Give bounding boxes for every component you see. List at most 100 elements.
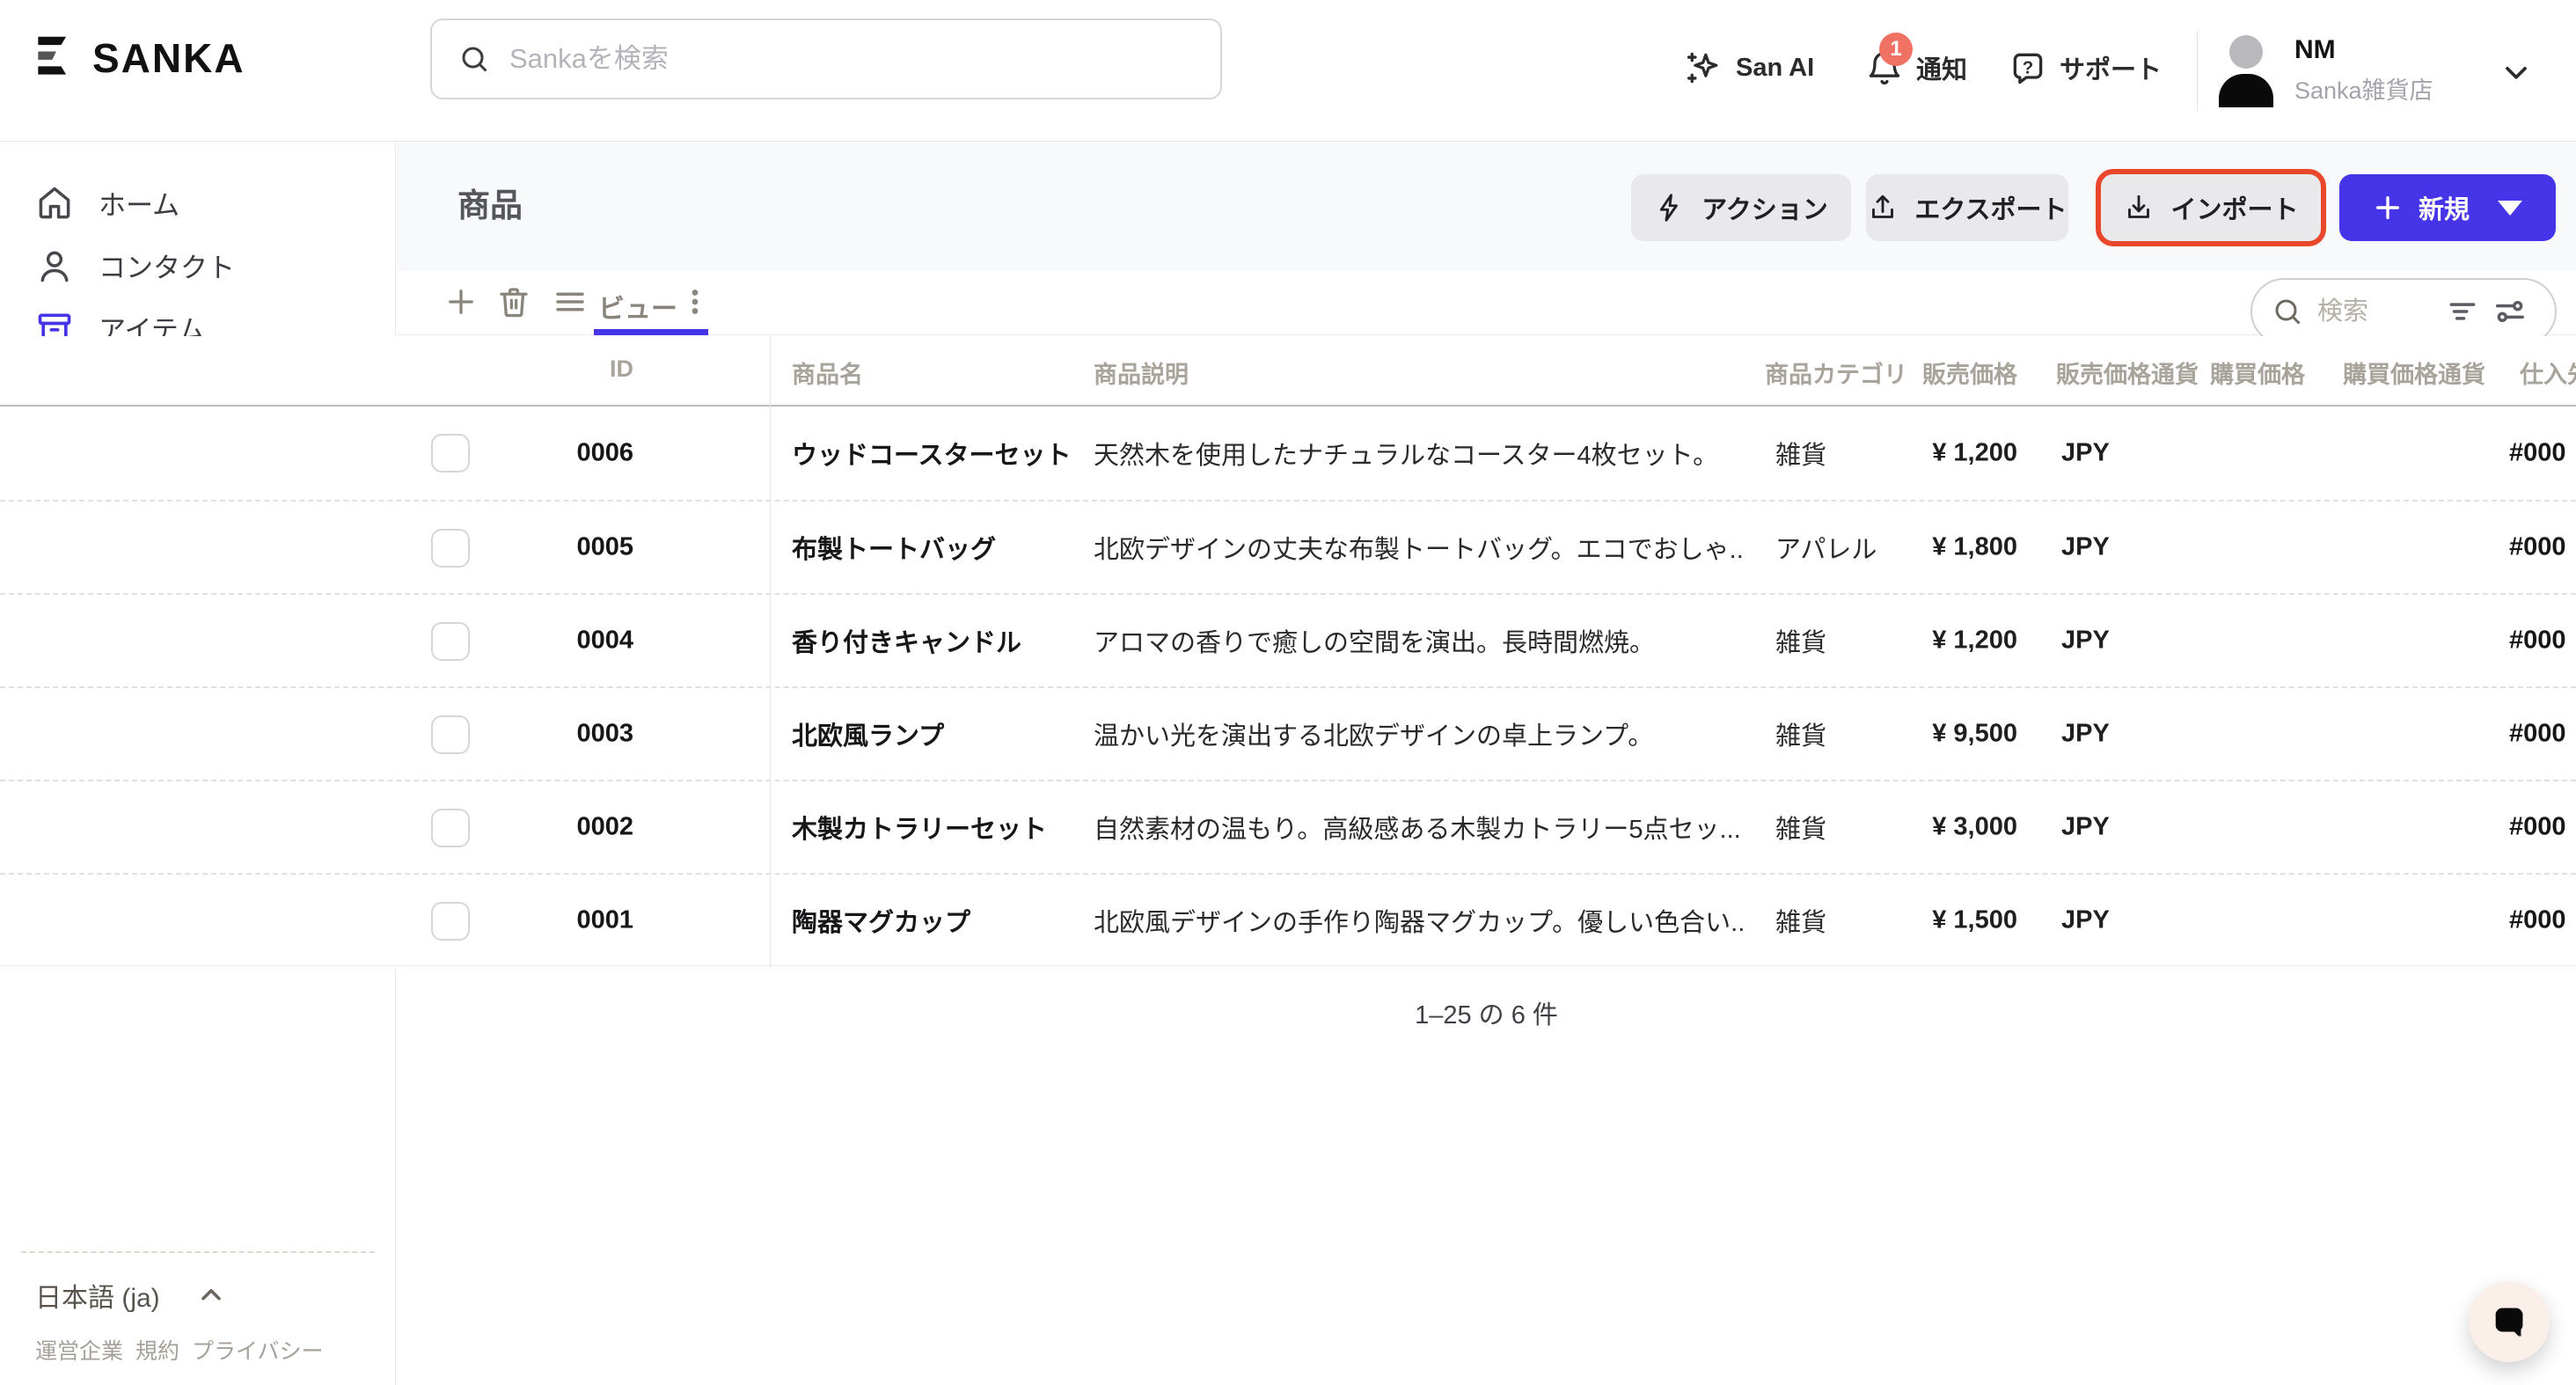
notification-badge: 1 [1879, 33, 1913, 66]
home-icon [35, 184, 74, 223]
link-privacy[interactable]: プライバシー [192, 1334, 324, 1366]
bell-icon: 1 [1865, 48, 1904, 87]
filter-lines-icon[interactable] [2446, 295, 2479, 328]
global-search-input[interactable] [509, 43, 1194, 75]
cell-name: 香り付きキャンドル [792, 622, 1073, 659]
brand-name: SANKA [92, 34, 245, 82]
top-bar: SANKA San AI 1 通知 [0, 0, 2576, 142]
cell-description: アロマの香りで癒しの空間を演出。長時間燃焼。 [1094, 622, 1745, 659]
sparkles-icon [1685, 48, 1723, 87]
upload-icon [1867, 192, 1899, 224]
chat-bubble-icon [2489, 1301, 2529, 1342]
cell-supplier: #000 [2509, 905, 2576, 934]
cell-supplier: #000 [2509, 720, 2576, 749]
cell-description: 温かい光を演出する北欧デザインの卓上ランプ。 [1094, 715, 1745, 752]
sidebar-item-label: コンタクト [99, 245, 235, 285]
view-toolbar: ビュー [397, 271, 2576, 335]
user-menu[interactable]: NM Sanka雑貨店 [2217, 35, 2433, 107]
language-selector[interactable]: 日本語 (ja) [21, 1276, 375, 1315]
cell-sale-currency: JPY [2061, 720, 2193, 749]
link-terms[interactable]: 規約 [135, 1334, 179, 1366]
language-label: 日本語 (ja) [35, 1276, 160, 1315]
new-button[interactable]: 新規 [2339, 174, 2556, 241]
link-company[interactable]: 運営企業 [35, 1334, 123, 1366]
cell-id: 0006 [475, 439, 633, 468]
support-label: サポート [2060, 49, 2162, 86]
san-ai-label: San AI [1736, 54, 1814, 83]
sliders-icon[interactable] [2493, 295, 2527, 328]
table-search-input[interactable] [2317, 297, 2432, 326]
table-search[interactable] [2250, 278, 2557, 345]
cell-sale-currency: JPY [2061, 439, 2193, 468]
row-checkbox[interactable] [431, 715, 470, 754]
cell-description: 北欧風デザインの手作り陶器マグカップ。優しい色合い... [1094, 902, 1745, 939]
row-checkbox[interactable] [431, 809, 470, 847]
avatar [2217, 35, 2275, 107]
col-header-sale-price[interactable]: 販売価格 [1865, 355, 2017, 390]
col-header-name[interactable]: 商品名 [792, 355, 863, 390]
cell-supplier: #000 [2509, 627, 2576, 656]
products-table: ID 商品名 商品説明 商品カテゴリ 販売価格 販売価格通貨 購買価格 購買価格… [0, 336, 2576, 968]
sidebar-item-home[interactable]: ホーム [0, 172, 395, 234]
global-search[interactable] [430, 18, 1222, 99]
search-icon [458, 43, 490, 75]
svg-text:?: ? [2023, 58, 2033, 77]
cell-id: 0002 [475, 813, 633, 842]
sidebar-footer: 日本語 (ja) 運営企業 規約 プライバシー [21, 1251, 375, 1366]
help-bubble-icon: ? [2009, 48, 2047, 87]
col-header-description[interactable]: 商品説明 [1094, 355, 1189, 390]
header-divider [2197, 31, 2198, 112]
export-button[interactable]: エクスポート [1866, 174, 2068, 241]
tab-view[interactable]: ビュー [598, 287, 677, 326]
new-dropdown-caret[interactable] [2498, 201, 2522, 216]
sidebar-item-contacts[interactable]: コンタクト [0, 234, 395, 297]
support-button[interactable]: ? サポート [2009, 48, 2162, 87]
cell-id: 0001 [475, 905, 633, 934]
table-row[interactable]: 0002 木製カトラリーセット 自然素材の温もり。高級感ある木製カトラリー5点セ… [0, 780, 2576, 873]
cell-supplier: #000 [2509, 439, 2576, 468]
user-name: NM [2294, 35, 2433, 66]
table-row[interactable]: 0006 ウッドコースターセット 天然木を使用したナチュラルなコースター4枚セッ… [0, 407, 2576, 500]
sidebar-item-label: ホーム [99, 183, 179, 223]
cell-name: 布製トートバッグ [792, 529, 1073, 566]
row-checkbox[interactable] [431, 529, 470, 568]
cell-sale-price: ¥ 1,200 [1865, 439, 2017, 468]
person-icon [35, 246, 74, 285]
table-row[interactable]: 0001 陶器マグカップ 北欧風デザインの手作り陶器マグカップ。優しい色合い..… [0, 873, 2576, 966]
col-header-purchase-price[interactable]: 購買価格 [2199, 355, 2305, 390]
cell-description: 天然木を使用したナチュラルなコースター4枚セット。 [1094, 435, 1745, 472]
cell-sale-currency: JPY [2061, 627, 2193, 656]
page-title: 商品 [457, 179, 523, 226]
san-ai-button[interactable]: San AI [1685, 48, 1814, 87]
action-button[interactable]: アクション [1631, 174, 1851, 241]
table-row[interactable]: 0005 布製トートバッグ 北欧デザインの丈夫な布製トートバッグ。エコでおしゃ.… [0, 500, 2576, 593]
table-row[interactable]: 0004 香り付きキャンドル アロマの香りで癒しの空間を演出。長時間燃焼。 雑貨… [0, 593, 2576, 686]
col-header-id[interactable]: ID [475, 355, 633, 383]
add-view-icon[interactable] [443, 283, 479, 320]
result-count: 1–25 の 6 件 [397, 994, 2576, 1031]
row-checkbox[interactable] [431, 902, 470, 941]
cell-id: 0004 [475, 627, 633, 656]
kebab-menu-icon[interactable] [677, 283, 714, 320]
brand-logo[interactable]: SANKA [33, 33, 245, 83]
cell-sale-price: ¥ 1,800 [1865, 533, 2017, 562]
col-header-sale-currency[interactable]: 販売価格通貨 [2056, 355, 2199, 390]
trash-icon[interactable] [495, 283, 532, 320]
list-view-icon[interactable] [552, 283, 589, 320]
row-checkbox[interactable] [431, 622, 470, 661]
row-checkbox[interactable] [431, 434, 470, 473]
chat-fab-button[interactable] [2469, 1281, 2550, 1362]
import-button[interactable]: インポート [2101, 174, 2321, 241]
cell-supplier: #000 [2509, 533, 2576, 562]
plus-icon [2373, 193, 2403, 223]
col-header-supplier[interactable]: 仕入先 [2520, 355, 2576, 390]
col-header-purchase-currency[interactable]: 購買価格通貨 [2343, 355, 2485, 390]
chevron-down-icon[interactable] [2499, 55, 2534, 90]
user-org: Sanka雑貨店 [2294, 71, 2433, 106]
cell-sale-currency: JPY [2061, 533, 2193, 562]
active-tab-underline [594, 329, 708, 335]
notifications-button[interactable]: 1 通知 [1865, 48, 1967, 87]
chevron-up-icon [195, 1279, 227, 1311]
page-header: 商品 アクション エクスポート インポート 新規 [397, 142, 2576, 271]
table-row[interactable]: 0003 北欧風ランプ 温かい光を演出する北欧デザインの卓上ランプ。 雑貨 ¥ … [0, 686, 2576, 780]
